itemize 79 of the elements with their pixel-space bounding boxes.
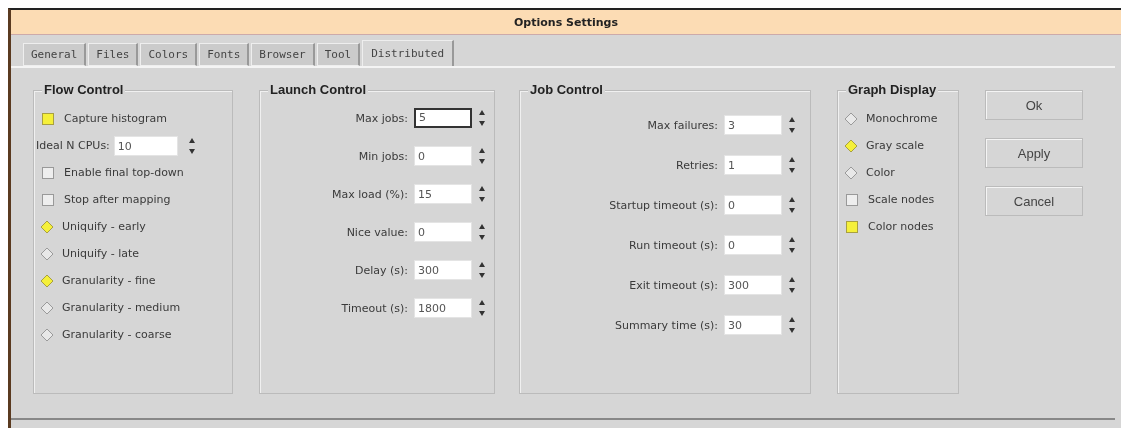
spinner-arrows[interactable]: [788, 195, 796, 215]
tab[interactable]: Distributed: [362, 40, 455, 66]
option-label: Gray scale: [866, 139, 925, 152]
spinner-arrows[interactable]: [478, 108, 486, 128]
dialog-button[interactable]: Cancel: [985, 186, 1083, 216]
field-label: Delay (s):: [354, 263, 408, 277]
checkbox[interactable]: [42, 112, 54, 125]
group-title: Launch Control: [268, 82, 369, 97]
group-title: Graph Display: [846, 82, 939, 97]
radio-button[interactable]: [844, 138, 858, 153]
number-field[interactable]: 3: [724, 115, 782, 135]
number-field[interactable]: 300: [414, 260, 472, 280]
dialog-button[interactable]: Apply: [985, 138, 1083, 168]
radio-button[interactable]: [40, 273, 54, 288]
option-label: Granularity - fine: [62, 274, 156, 287]
tab[interactable]: Colors: [140, 43, 198, 66]
number-field[interactable]: 1: [724, 155, 782, 175]
radio-button[interactable]: [844, 111, 858, 126]
field-label: Ideal N CPUs:: [36, 139, 110, 152]
field-label: Retries:: [676, 158, 718, 172]
checkbox[interactable]: [846, 220, 858, 233]
option-label: Color: [866, 166, 895, 179]
group-title: Job Control: [528, 82, 605, 97]
checkbox[interactable]: [42, 166, 54, 179]
number-field[interactable]: 0: [724, 235, 782, 255]
field-label: Run timeout (s):: [629, 238, 718, 252]
option-label: Monochrome: [866, 112, 938, 125]
option-label: Capture histogram: [64, 112, 167, 125]
field-label: Max failures:: [647, 118, 718, 132]
radio-button[interactable]: [40, 246, 54, 261]
number-field[interactable]: 0: [414, 222, 472, 242]
field-label: Startup timeout (s):: [609, 198, 718, 212]
tab[interactable]: Tool: [316, 43, 361, 66]
field-label: Min jobs:: [358, 149, 408, 163]
tab[interactable]: Fonts: [199, 43, 250, 66]
spinner-arrows[interactable]: [478, 260, 486, 280]
option-label: Color nodes: [868, 220, 934, 233]
field-label: Max load (%):: [332, 187, 408, 201]
number-field[interactable]: 0: [724, 195, 782, 215]
number-field[interactable]: 1800: [414, 298, 472, 318]
field-label: Max jobs:: [355, 111, 408, 125]
radio-button[interactable]: [40, 300, 54, 315]
radio-button[interactable]: [844, 165, 858, 180]
number-field[interactable]: 300: [724, 275, 782, 295]
number-field[interactable]: 0: [414, 146, 472, 166]
number-field[interactable]: 30: [724, 315, 782, 335]
option-label: Granularity - coarse: [62, 328, 172, 341]
field-label: Nice value:: [346, 225, 408, 239]
spinner-arrows[interactable]: [478, 146, 486, 166]
checkbox[interactable]: [846, 193, 858, 206]
spinner-arrows[interactable]: [478, 184, 486, 204]
field-label: Timeout (s):: [341, 301, 408, 315]
spinner-arrows[interactable]: [788, 275, 796, 295]
number-field[interactable]: 5: [414, 108, 472, 128]
tab[interactable]: General: [23, 43, 87, 66]
spinner-arrows[interactable]: [478, 222, 486, 242]
spinner-arrows[interactable]: [788, 315, 796, 335]
option-label: Uniquify - early: [62, 220, 146, 233]
spinner-arrows[interactable]: [788, 235, 796, 255]
tab[interactable]: Browser: [251, 43, 315, 66]
option-label: Uniquify - late: [62, 247, 140, 260]
option-label: Scale nodes: [868, 193, 935, 206]
window-title: Options Settings: [514, 15, 618, 29]
checkbox[interactable]: [42, 193, 54, 206]
option-label: Enable final top-down: [64, 166, 184, 179]
tab[interactable]: Files: [88, 43, 139, 66]
spinner-arrows[interactable]: [478, 298, 486, 318]
spinner-arrows[interactable]: [788, 155, 796, 175]
number-field[interactable]: 10: [113, 135, 178, 156]
number-field[interactable]: 15: [414, 184, 472, 204]
group-title: Flow Control: [42, 82, 126, 97]
field-label: Exit timeout (s):: [629, 278, 718, 292]
field-label: Summary time (s):: [614, 318, 718, 332]
option-label: Granularity - medium: [62, 301, 181, 314]
radio-button[interactable]: [40, 327, 54, 342]
option-label: Stop after mapping: [64, 193, 171, 206]
spinner-arrows[interactable]: [788, 115, 796, 135]
dialog-button[interactable]: Ok: [985, 90, 1083, 120]
radio-button[interactable]: [40, 219, 54, 234]
